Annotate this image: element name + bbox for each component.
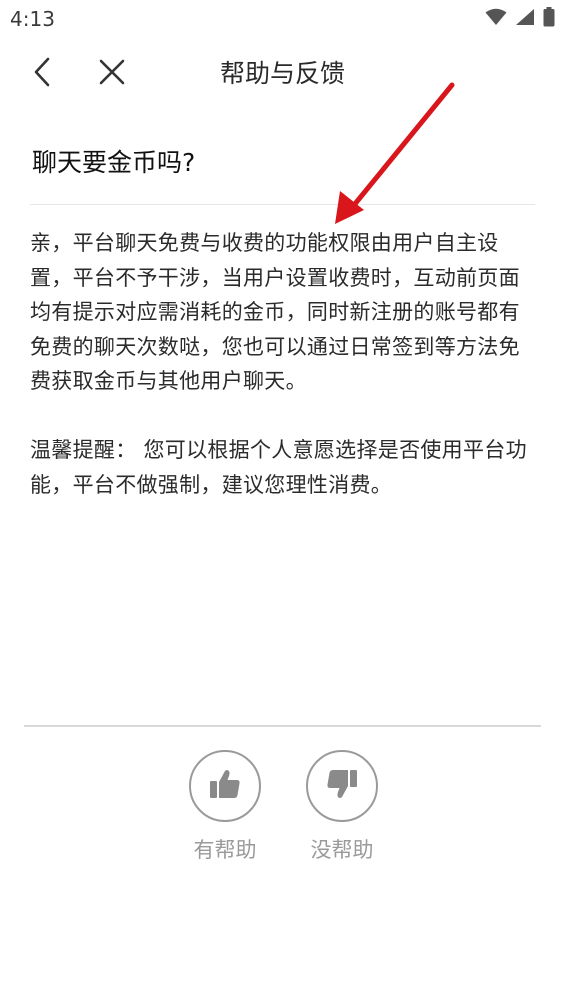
thumbs-down-icon <box>325 767 359 805</box>
divider <box>30 204 535 205</box>
not-helpful-label: 没帮助 <box>310 838 374 862</box>
status-icons <box>485 7 555 31</box>
answer-body: 亲，平台聊天免费与收费的功能权限由用户自主设置，平台不予干涉，当用户设置收费时，… <box>30 226 535 502</box>
status-time: 4:13 <box>10 7 55 31</box>
helpful-label: 有帮助 <box>193 838 257 862</box>
feedback-divider <box>24 725 541 727</box>
not-helpful-button[interactable]: 没帮助 <box>304 750 380 864</box>
battery-icon <box>543 7 555 31</box>
helpful-circle <box>189 750 261 822</box>
question-title: 聊天要金币吗? <box>32 148 196 177</box>
status-bar: 4:13 <box>0 0 565 38</box>
header-bar: 帮助与反馈 <box>0 44 565 102</box>
reminder-paragraph: 温馨提醒： 您可以根据个人意愿选择是否使用平台功能，平台不做强制，建议您理性消费… <box>30 438 527 497</box>
cellular-signal-icon <box>515 8 535 30</box>
page-title: 帮助与反馈 <box>219 59 345 88</box>
wifi-icon <box>485 8 507 30</box>
answer-paragraph: 亲，平台聊天免费与收费的功能权限由用户自主设置，平台不予干涉，当用户设置收费时，… <box>30 231 520 393</box>
thumbs-up-icon <box>208 767 242 805</box>
not-helpful-circle <box>306 750 378 822</box>
helpful-button[interactable]: 有帮助 <box>187 750 263 864</box>
